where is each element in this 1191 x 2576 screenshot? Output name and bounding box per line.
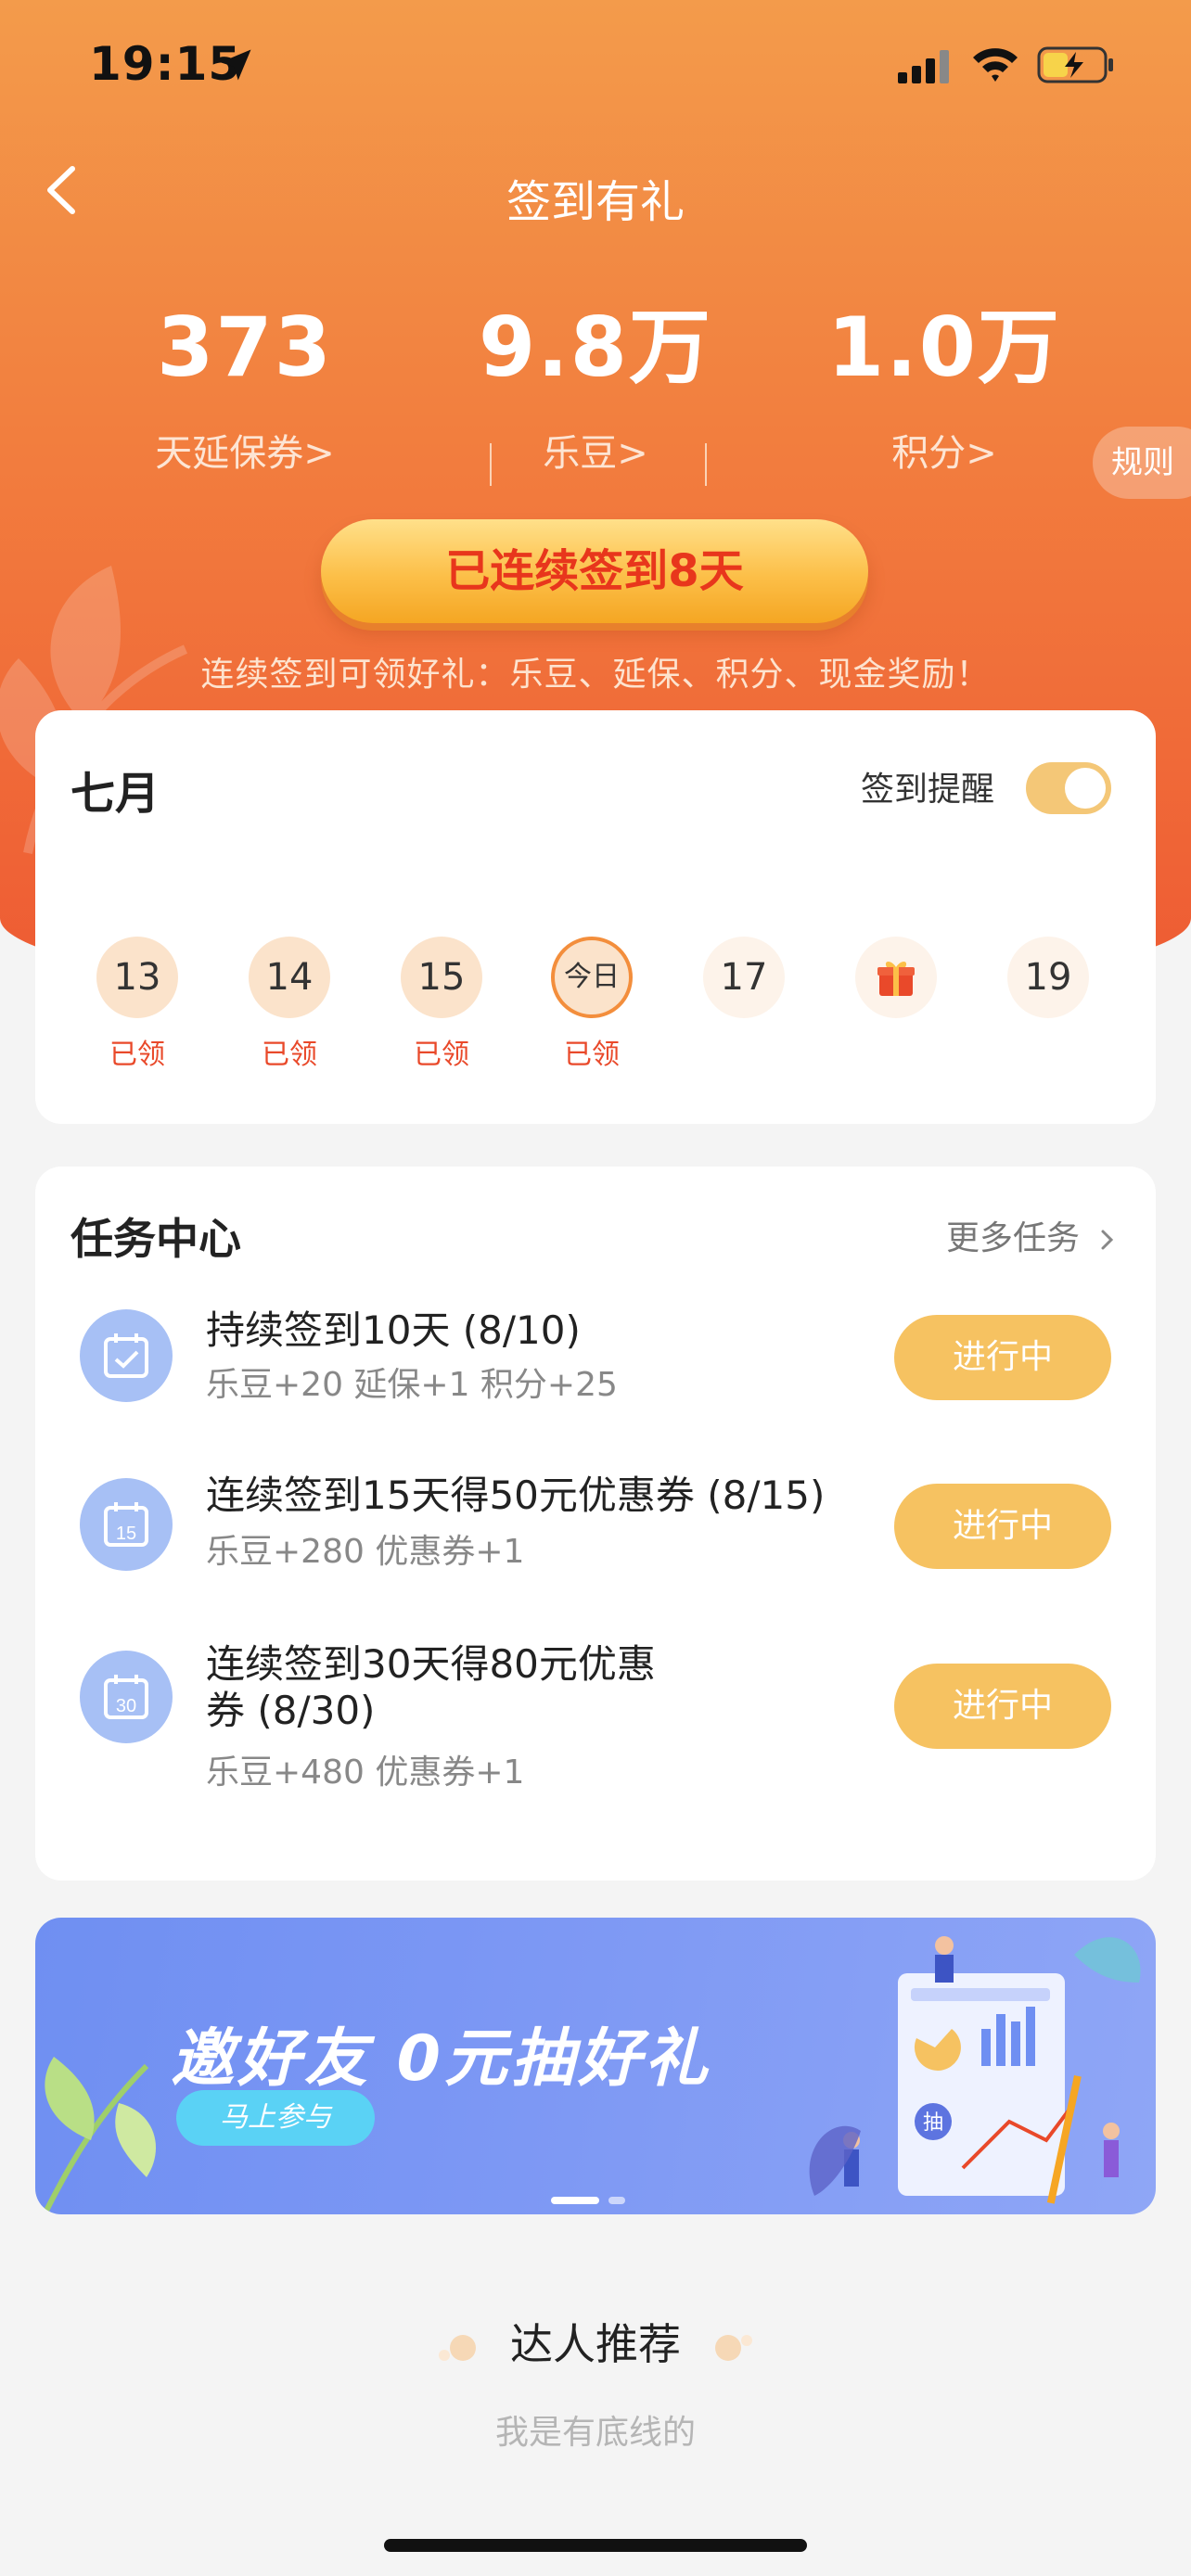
- location-arrow-icon: [220, 49, 251, 81]
- task-name: 连续签到15天得50元优惠券 (8/15): [206, 1473, 826, 1518]
- calendar-icon-number: 30: [116, 1696, 136, 1716]
- toggle-knob: [1065, 768, 1106, 809]
- carousel-dot-active[interactable]: [551, 2197, 599, 2204]
- calendar-15-icon: 15: [80, 1478, 173, 1571]
- day-circle: 15: [401, 937, 482, 1018]
- stat-points[interactable]: 1.0万 积分>: [777, 297, 1111, 477]
- task-center-card: 任务中心 更多任务 持续签到10天 (8/10) 乐豆+20 延保+1 积分+2…: [35, 1167, 1156, 1881]
- calendar-day: 15 已领: [401, 937, 482, 1072]
- recommend-title: 达人推荐: [510, 2319, 681, 2369]
- day-circle: [855, 937, 937, 1018]
- cellular-signal-icon: [898, 50, 949, 83]
- calendar-check-icon: [80, 1309, 173, 1402]
- stat-value: 1.0万: [827, 300, 1061, 395]
- task-name-line1: 连续签到30天得80元优惠: [206, 1641, 656, 1687]
- stat-label: 积分>: [891, 432, 997, 475]
- calendar-day: 19: [1007, 937, 1089, 1018]
- stat-warranty-coupons[interactable]: 373 天延保券>: [78, 297, 412, 477]
- calendar-month: 七月: [70, 768, 160, 820]
- day-status: 已领: [262, 1039, 317, 1071]
- page-title: 签到有礼: [506, 176, 685, 228]
- calendar-icon-number: 15: [116, 1524, 136, 1544]
- status-bar: 19:15: [0, 0, 1191, 130]
- battery-charging-icon: [1037, 46, 1113, 83]
- task-status-button[interactable]: 进行中: [894, 1315, 1111, 1400]
- streak-tip: 连续签到可领好礼：乐豆、延保、积分、现金奖励！: [200, 656, 991, 694]
- task-name-line2: 券 (8/30): [206, 1688, 376, 1733]
- gift-icon: [877, 961, 915, 996]
- reminder-label: 签到提醒: [861, 771, 995, 809]
- task-status-button[interactable]: 进行中: [894, 1484, 1111, 1569]
- task-status-button[interactable]: 进行中: [894, 1664, 1111, 1749]
- stat-value: 9.8万: [479, 300, 712, 395]
- calendar-day: 13 已领: [96, 937, 178, 1072]
- day-status: 已领: [564, 1039, 620, 1071]
- calendar-day-gift[interactable]: [855, 937, 937, 1018]
- day-status: 已领: [414, 1039, 469, 1071]
- lottery-badge-text: 抽: [923, 2111, 943, 2135]
- rules-button[interactable]: 规则: [1093, 427, 1191, 499]
- task-reward: 乐豆+480 优惠券+1: [206, 1753, 525, 1792]
- calendar-day-today[interactable]: 今日 已领: [551, 937, 633, 1072]
- stat-label: 天延保券>: [155, 432, 335, 475]
- day-status: 已领: [109, 1039, 165, 1071]
- home-indicator[interactable]: [384, 2539, 807, 2552]
- day-circle: 13: [96, 937, 178, 1018]
- task-reward: 乐豆+280 优惠券+1: [206, 1533, 525, 1571]
- calendar-30-icon: 30: [80, 1651, 173, 1743]
- banner-title: 邀好友 0元抽好礼: [171, 2022, 711, 2096]
- day-circle: 17: [703, 937, 785, 1018]
- carousel-dots: [551, 2190, 634, 2208]
- task-center-title: 任务中心: [70, 1214, 241, 1264]
- leaf-decoration-icon: [42, 2057, 156, 2214]
- banner-cta-button[interactable]: 马上参与: [176, 2090, 375, 2146]
- stat-label: 乐豆>: [543, 432, 648, 475]
- end-of-list-text: 我是有底线的: [494, 2414, 696, 2452]
- more-tasks-link[interactable]: 更多任务: [946, 1211, 1118, 1259]
- reminder-toggle[interactable]: [1026, 762, 1111, 814]
- stat-value: 373: [157, 300, 333, 395]
- bubble-decoration-icon: [439, 2334, 477, 2361]
- more-tasks-label: 更多任务: [946, 1219, 1081, 1257]
- task-reward: 乐豆+20 延保+1 积分+25: [206, 1366, 618, 1404]
- invite-banner[interactable]: 邀好友 0元抽好礼 马上参与 抽: [35, 1918, 1156, 2214]
- lottery-illustration-icon: 抽: [809, 1936, 1141, 2204]
- stat-ledou[interactable]: 9.8万 乐豆>: [429, 297, 762, 477]
- day-circle: 19: [1007, 937, 1089, 1018]
- bubble-decoration-icon: [714, 2334, 752, 2361]
- streak-badge: 已连续签到8天: [321, 519, 868, 623]
- chevron-right-icon: [1101, 1230, 1114, 1250]
- carousel-dot[interactable]: [608, 2197, 625, 2204]
- day-circle: 今日: [551, 937, 633, 1018]
- calendar-day: 17: [703, 937, 785, 1018]
- task-name: 持续签到10天 (8/10): [206, 1307, 581, 1353]
- wifi-icon: [973, 48, 1018, 82]
- calendar-day: 14 已领: [249, 937, 330, 1072]
- calendar-card: 七月 签到提醒 13 已领 14 已领 15 已领 今日 已领 17 19: [35, 710, 1156, 1124]
- recommend-section-title: 达人推荐: [0, 2311, 1191, 2372]
- stat-divider: [705, 443, 707, 486]
- day-circle: 14: [249, 937, 330, 1018]
